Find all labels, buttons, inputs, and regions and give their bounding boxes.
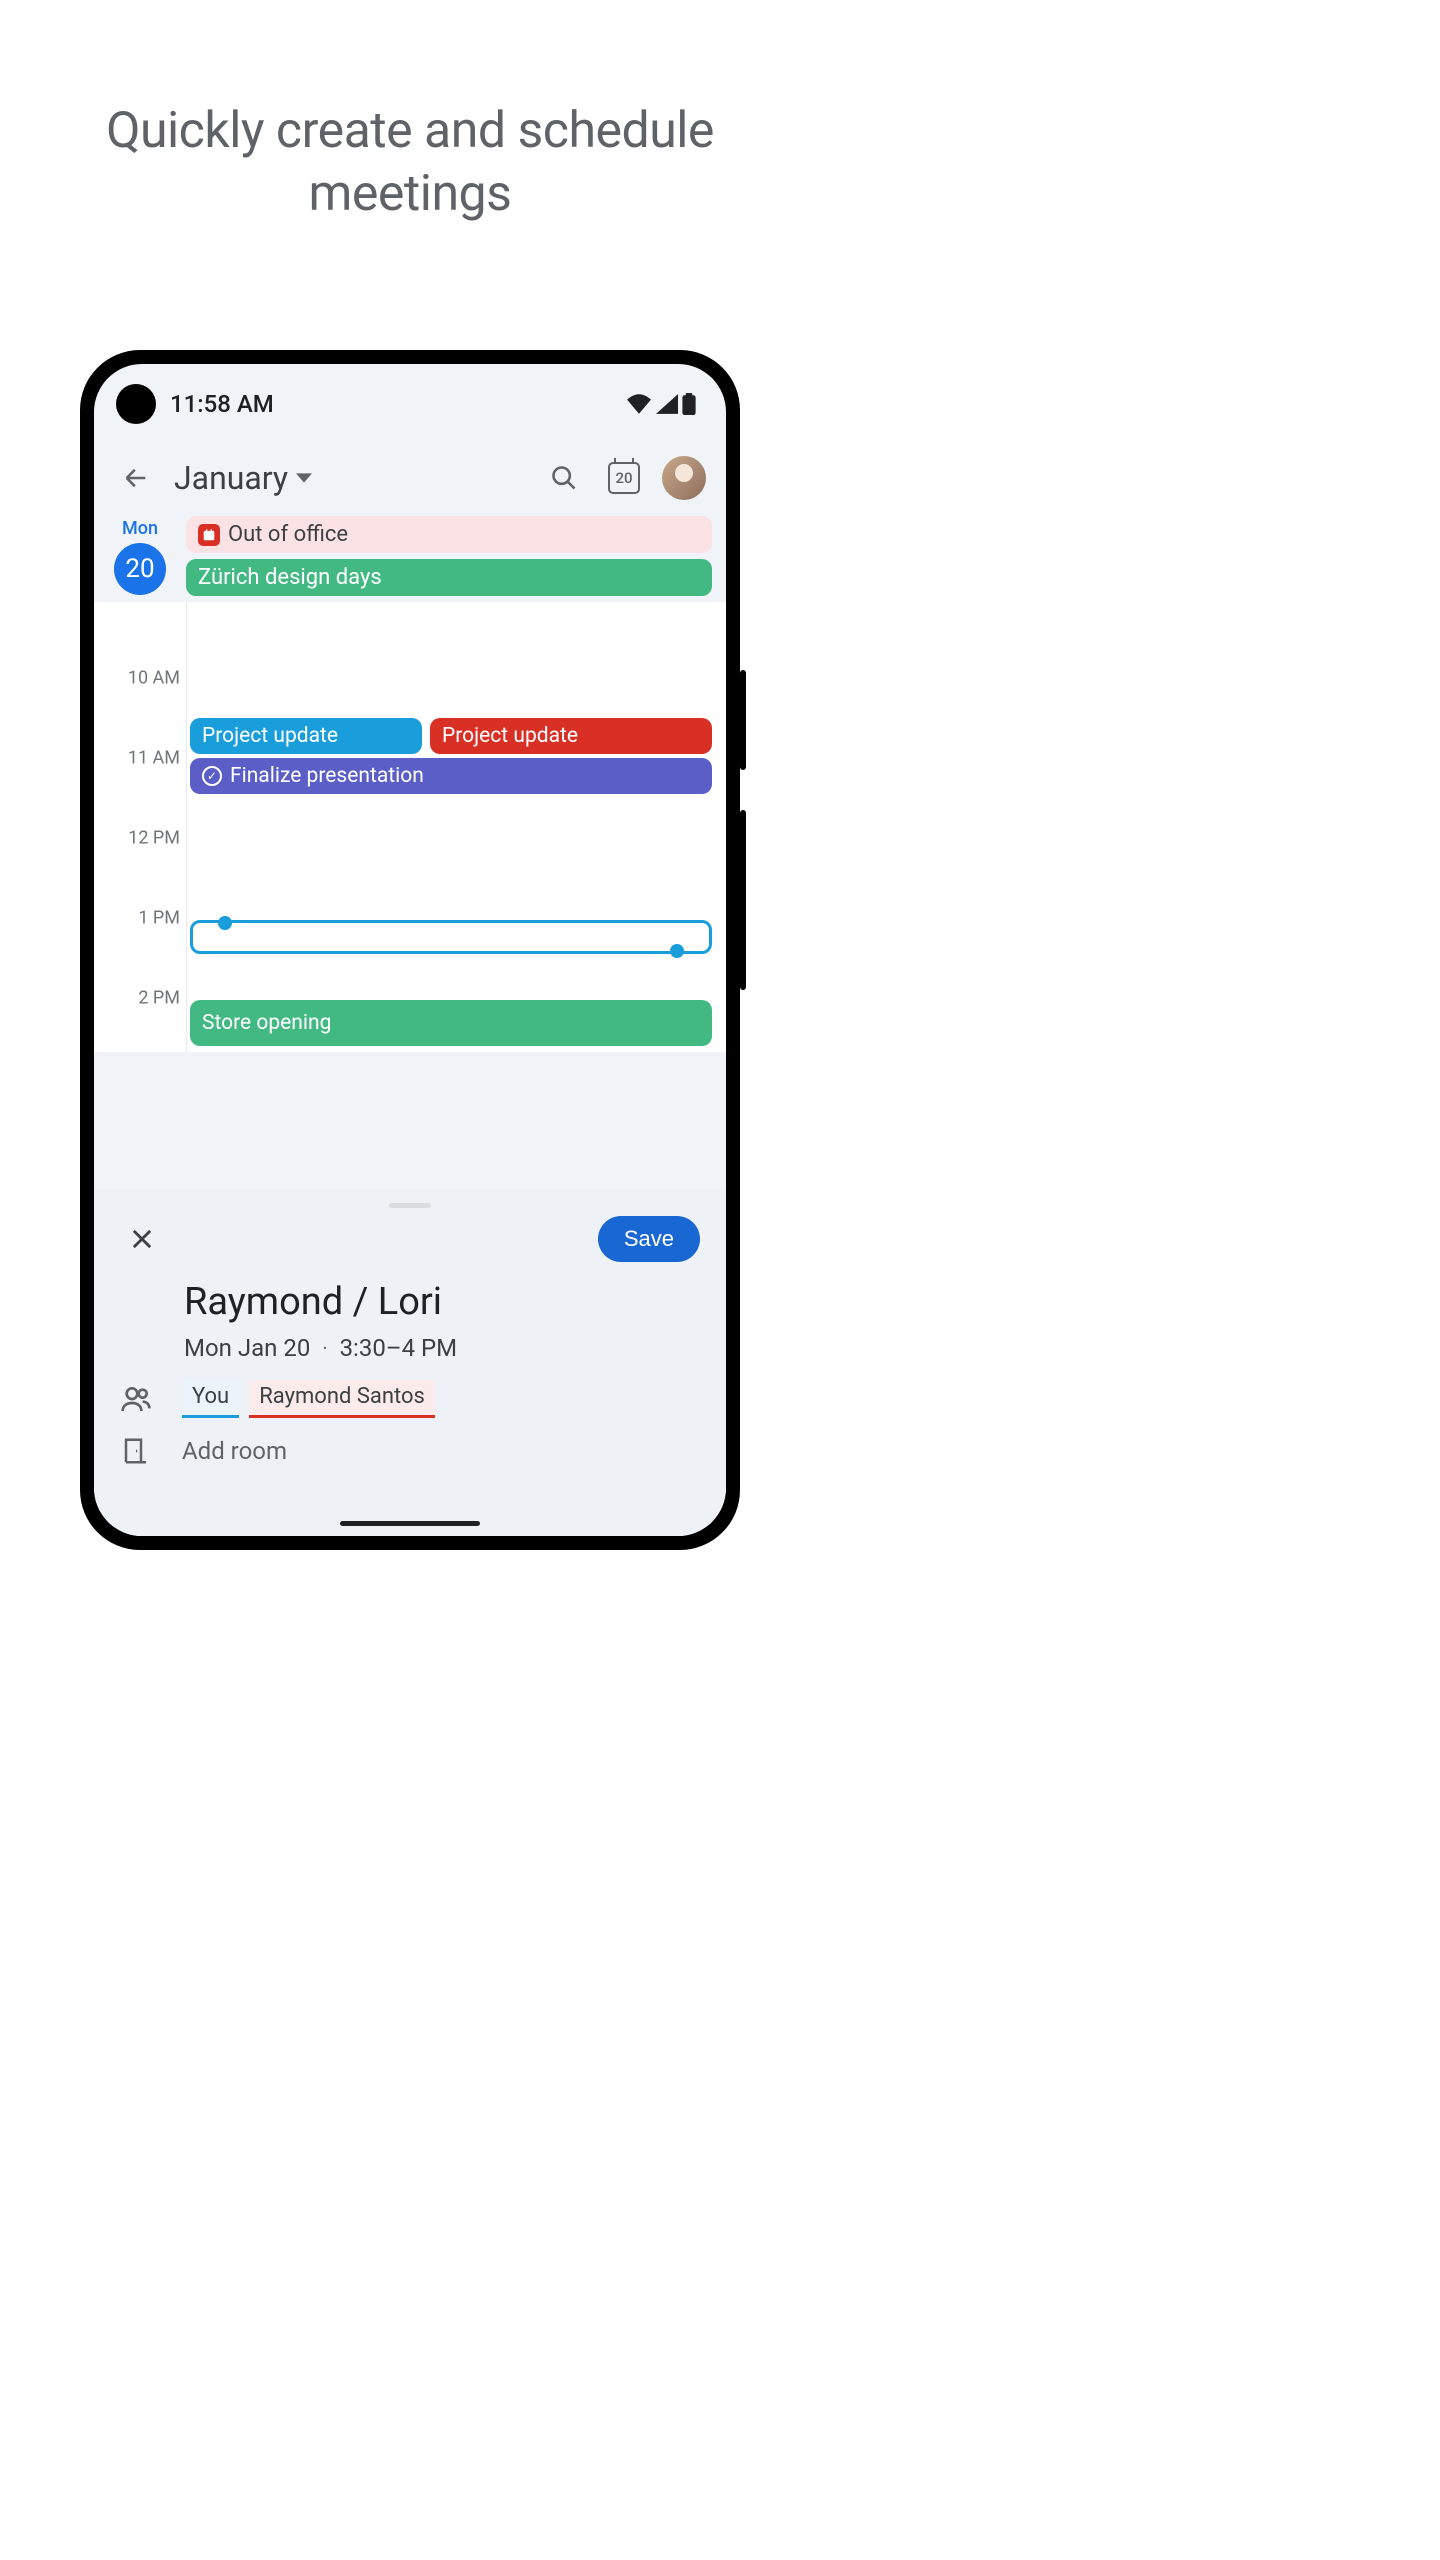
chevron-down-icon: [296, 473, 312, 483]
timeline[interactable]: 10 AM 11 AM 12 PM 1 PM 2 PM Project upda…: [94, 602, 726, 1052]
new-event-slot[interactable]: [190, 920, 712, 954]
search-button[interactable]: [542, 456, 586, 500]
allday-event-out-of-office[interactable]: Out of office: [186, 516, 712, 553]
nav-pill[interactable]: [340, 1521, 480, 1526]
room-row[interactable]: Add room: [114, 1418, 706, 1466]
event-label: Finalize presentation: [230, 764, 424, 788]
event-create-sheet: Save Raymond / Lori Mon Jan 20 · 3:30–4 …: [94, 1189, 726, 1536]
arrow-left-icon: [122, 464, 150, 492]
phone-screen: 11:58 AM January 20: [94, 364, 726, 1536]
timeline-divider: [186, 602, 187, 1052]
event-title-input[interactable]: Raymond / Lori: [184, 1280, 706, 1324]
separator-dot: ·: [322, 1336, 327, 1360]
day-name: Mon: [94, 518, 186, 539]
wifi-icon: [626, 394, 652, 414]
check-circle-icon: ✓: [202, 766, 222, 786]
allday-event-label: Out of office: [228, 522, 348, 547]
event-label: Project update: [202, 724, 338, 748]
today-button[interactable]: 20: [602, 456, 646, 500]
profile-avatar[interactable]: [662, 456, 706, 500]
day-column[interactable]: Mon 20: [94, 512, 186, 596]
event-label: Store opening: [202, 1011, 331, 1035]
attendees-row: You Raymond Santos: [114, 1362, 706, 1418]
day-number-badge: 20: [114, 543, 166, 595]
attendee-chip-you[interactable]: You: [182, 1380, 239, 1418]
room-icon: [121, 1436, 151, 1466]
event-project-update-1[interactable]: Project update: [190, 718, 422, 754]
marketing-headline: Quickly create and schedule meetings: [0, 0, 820, 225]
hour-label: 12 PM: [94, 828, 180, 849]
allday-event-zurich[interactable]: Zürich design days: [186, 559, 712, 596]
close-button[interactable]: [120, 1217, 164, 1261]
event-time-range: 3:30–4 PM: [340, 1334, 458, 1362]
sheet-drag-handle[interactable]: [389, 1203, 431, 1208]
event-finalize-presentation[interactable]: ✓ Finalize presentation: [190, 758, 712, 794]
month-selector[interactable]: January: [174, 459, 312, 497]
people-icon: [120, 1383, 152, 1415]
cell-signal-icon: [656, 394, 678, 414]
event-date: Mon Jan 20: [184, 1334, 310, 1362]
hour-label: 2 PM: [94, 988, 180, 1009]
allday-event-label: Zürich design days: [198, 565, 382, 590]
phone-side-button: [740, 810, 746, 990]
phone-frame: 11:58 AM January 20: [80, 350, 740, 1550]
status-bar: 11:58 AM: [94, 364, 726, 432]
hour-label: 10 AM: [94, 668, 180, 689]
event-store-opening[interactable]: Store opening: [190, 1000, 712, 1046]
battery-icon: [682, 393, 696, 415]
app-bar: January 20: [94, 432, 726, 512]
event-label: Project update: [442, 724, 578, 748]
camera-hole: [116, 384, 156, 424]
search-icon: [550, 464, 578, 492]
resize-handle-bottom[interactable]: [670, 944, 684, 958]
resize-handle-top[interactable]: [218, 916, 232, 930]
close-icon: [128, 1225, 156, 1253]
ooo-icon: [198, 524, 220, 546]
add-room-label: Add room: [182, 1437, 287, 1465]
event-datetime[interactable]: Mon Jan 20 · 3:30–4 PM: [184, 1334, 706, 1362]
calendar-today-icon: 20: [608, 462, 640, 494]
back-button[interactable]: [114, 456, 158, 500]
phone-side-button: [740, 670, 746, 770]
attendee-chip-raymond[interactable]: Raymond Santos: [249, 1380, 435, 1418]
status-time: 11:58 AM: [170, 390, 274, 418]
save-button[interactable]: Save: [598, 1216, 700, 1262]
day-header-row: Mon 20 Out of office Zürich design days: [94, 512, 726, 596]
month-label: January: [174, 459, 288, 497]
event-project-update-2[interactable]: Project update: [430, 718, 712, 754]
hour-label: 1 PM: [94, 908, 180, 929]
hour-label: 11 AM: [94, 748, 180, 769]
